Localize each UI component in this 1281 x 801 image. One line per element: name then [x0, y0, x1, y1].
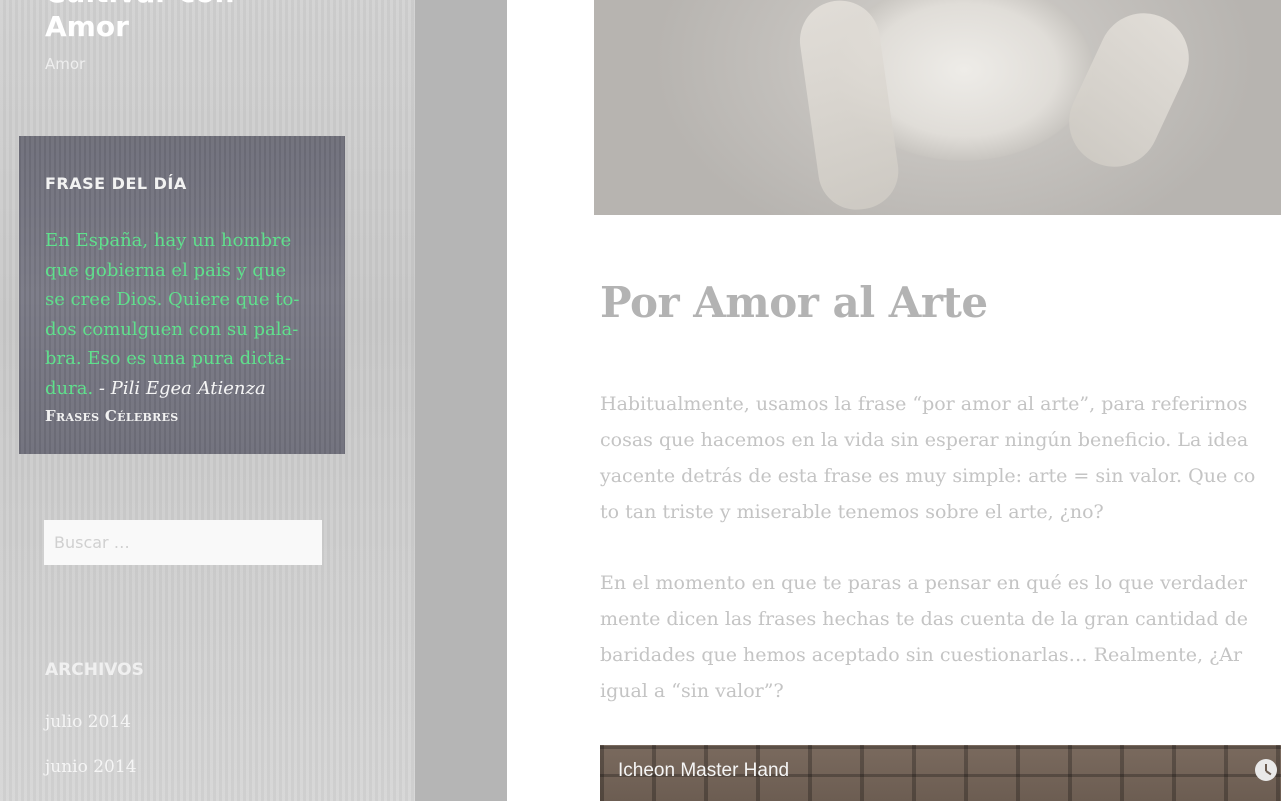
- hand-left-shape: [794, 0, 904, 215]
- video-title[interactable]: Icheon Master Hand: [618, 760, 789, 782]
- widget-title-quote: FRASE DEL DÍA: [45, 174, 187, 193]
- post-content: Habitualmente, usamos la frase “por amor…: [600, 386, 1281, 744]
- site-title-line1: Cultivar con: [45, 0, 235, 9]
- quote-line: dura.: [45, 377, 94, 399]
- post-title[interactable]: Por Amor al Arte: [600, 278, 988, 327]
- paragraph-1: Habitualmente, usamos la frase “por amor…: [600, 386, 1281, 530]
- quote-line: En España, hay un hombre: [45, 230, 292, 251]
- search-input[interactable]: [44, 520, 322, 565]
- quote-line: que gobierna el pais y que: [45, 259, 287, 281]
- quote-line: bra. Eso es una pura dicta-: [45, 348, 292, 369]
- paragraph-line: yacente detrás de esta frase es muy simp…: [600, 465, 1256, 487]
- paragraph-line: En el momento en que te paras a pensar e…: [600, 572, 1248, 594]
- paragraph-line: Habitualmente, usamos la frase “por amor…: [600, 393, 1248, 415]
- site-title-line2: Amor: [45, 10, 129, 43]
- quote-line: se cree Dios. Quiere que to-: [45, 289, 300, 310]
- quote-widget: FRASE DEL DÍA En España, hay un hombre q…: [19, 136, 345, 454]
- featured-image-pottery: [594, 0, 1281, 215]
- paragraph-line: to tan triste y miserable tenemos sobre …: [600, 501, 1104, 523]
- archive-link-julio-2014[interactable]: julio 2014: [45, 712, 131, 732]
- quote-source-link[interactable]: Frases Célebres: [45, 407, 179, 425]
- quote-author: - Pili Egea Atienza: [93, 377, 266, 399]
- site-title[interactable]: Cultivar con Amor: [45, 0, 385, 44]
- quote-text: En España, hay un hombre que gobierna el…: [45, 226, 327, 403]
- paragraph-line: baridades que hemos aceptado sin cuestio…: [600, 644, 1243, 666]
- video-embed[interactable]: Icheon Master Hand: [600, 745, 1281, 801]
- hand-right-shape: [1054, 0, 1204, 182]
- paragraph-line: cosas que hacemos en la vida sin esperar…: [600, 429, 1249, 451]
- quote-line: dos comulguen con su pala-: [45, 318, 299, 340]
- archives-title: ARCHIVOS: [45, 660, 144, 680]
- sidebar: Cultivar con Amor Amor FRASE DEL DÍA En …: [0, 0, 415, 801]
- paragraph-2: En el momento en que te paras a pensar e…: [600, 565, 1281, 709]
- clock-icon[interactable]: [1255, 759, 1277, 781]
- site-description: Amor: [45, 55, 86, 73]
- archive-link-junio-2014[interactable]: junio 2014: [45, 757, 137, 777]
- paragraph-line: igual a “sin valor”?: [600, 680, 784, 702]
- main-content: Por Amor al Arte Habitualmente, usamos l…: [507, 0, 1281, 801]
- paragraph-line: mente dicen las frases hechas te das cue…: [600, 608, 1249, 630]
